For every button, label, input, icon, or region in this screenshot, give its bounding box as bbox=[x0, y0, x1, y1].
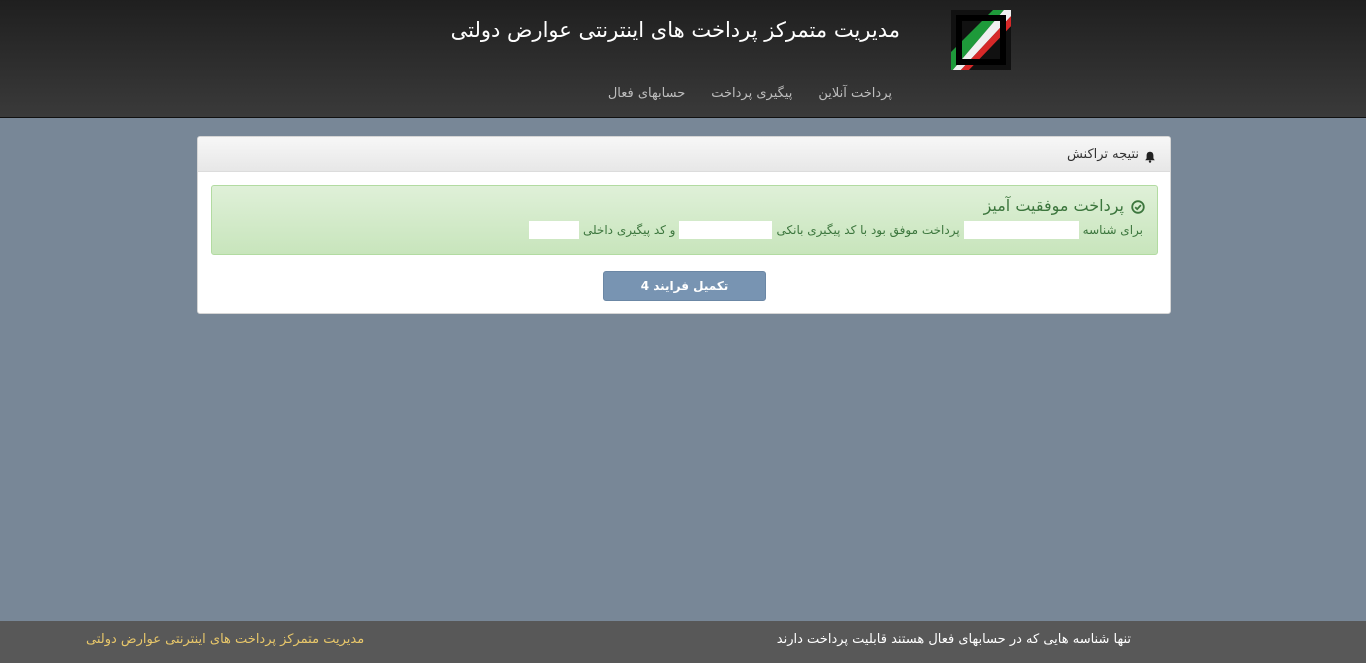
bank-tracking-code-value bbox=[679, 221, 773, 239]
nav-active-accounts[interactable]: حسابهای فعال bbox=[608, 86, 685, 101]
alert-text-id: برای شناسه bbox=[1082, 223, 1143, 237]
footer-brand[interactable]: مدیریت متمرکز پرداخت های اینترنتی عوارض … bbox=[86, 632, 364, 647]
panel-heading-text: نتیجه تراکنش bbox=[1066, 146, 1139, 162]
nav-online-payment[interactable]: پرداخت آنلاین bbox=[818, 86, 892, 101]
stripe-logo-icon[interactable] bbox=[951, 10, 1011, 70]
payment-id-value bbox=[963, 221, 1079, 239]
success-alert: پرداخت موفقیت آمیز برای شناسه پرداخت موف… bbox=[211, 185, 1158, 255]
transaction-result-panel: نتیجه تراکنش پرداخت موفقیت آمیز برای شنا… bbox=[197, 136, 1171, 314]
alert-text-bank: پرداخت موفق بود با کد پیگیری بانکی bbox=[776, 223, 960, 237]
alert-title: پرداخت موفقیت آمیز bbox=[984, 196, 1145, 215]
alert-text-internal: و کد پیگیری داخلی bbox=[582, 223, 676, 237]
check-circle-icon bbox=[1131, 199, 1145, 214]
internal-tracking-code-value bbox=[528, 221, 579, 239]
site-footer: تنها شناسه هایی که در حسابهای فعال هستند… bbox=[0, 621, 1366, 663]
panel-heading: نتیجه تراکنش bbox=[198, 137, 1170, 172]
site-header: مدیریت متمرکز پرداخت های اینترنتی عوارض … bbox=[0, 0, 1366, 118]
complete-process-button[interactable]: تکمیل فرایند 4 bbox=[603, 271, 766, 301]
nav-payment-tracking[interactable]: پیگیری پرداخت bbox=[711, 86, 792, 101]
site-title: مدیریت متمرکز پرداخت های اینترنتی عوارض … bbox=[450, 18, 900, 42]
alert-title-text: پرداخت موفقیت آمیز bbox=[983, 196, 1124, 215]
footer-note: تنها شناسه هایی که در حسابهای فعال هستند… bbox=[776, 632, 1131, 647]
alert-message: برای شناسه پرداخت موفق بود با کد پیگیری … bbox=[528, 221, 1143, 239]
main-nav: پرداخت آنلاین پیگیری پرداخت حسابهای فعال bbox=[608, 86, 892, 101]
bell-icon bbox=[1144, 148, 1156, 163]
